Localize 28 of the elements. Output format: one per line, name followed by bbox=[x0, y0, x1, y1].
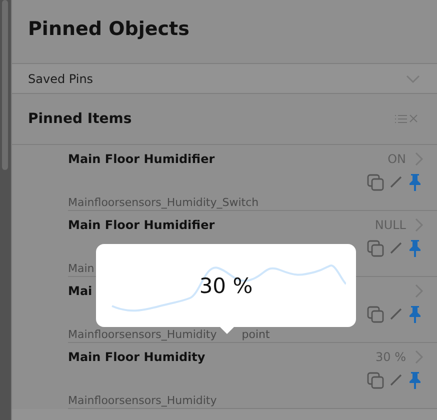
item-id: Mainfloorsensors_Humidity_Switch bbox=[68, 196, 259, 209]
item-id: Mainfloorsensors_Humidity bbox=[68, 328, 217, 341]
item-name: Mai bbox=[68, 284, 92, 298]
copy-icon[interactable] bbox=[367, 306, 384, 322]
saved-pins-label: Saved Pins bbox=[28, 72, 94, 86]
saved-pins-row[interactable]: Saved Pins bbox=[12, 63, 437, 94]
item-name: Main Floor Humidifier bbox=[68, 152, 215, 166]
copy-icon[interactable] bbox=[367, 240, 384, 256]
item-id: Main bbox=[68, 262, 94, 275]
item-name: Main Floor Humidifier bbox=[68, 218, 215, 232]
pin-icon[interactable] bbox=[408, 239, 422, 257]
section-title: Pinned Items bbox=[28, 111, 132, 127]
item-name: Main Floor Humidity bbox=[68, 350, 206, 364]
pin-icon[interactable] bbox=[408, 305, 422, 323]
item-id: point bbox=[242, 328, 270, 341]
scrollbar-thumb[interactable] bbox=[2, 0, 8, 170]
item-id: Mainfloorsensors_Humidity bbox=[68, 394, 217, 407]
edit-icon[interactable] bbox=[389, 373, 403, 387]
copy-icon[interactable] bbox=[367, 174, 384, 190]
chevron-icon[interactable] bbox=[405, 72, 421, 84]
pin-icon[interactable] bbox=[408, 173, 422, 191]
pin-icon[interactable] bbox=[408, 371, 422, 389]
panel-title: Pinned Objects bbox=[27, 17, 190, 42]
edit-icon[interactable] bbox=[389, 241, 403, 255]
copy-icon[interactable] bbox=[367, 372, 384, 388]
edit-icon[interactable] bbox=[389, 175, 403, 189]
popup-value: 30 % bbox=[198, 274, 254, 298]
edit-icon[interactable] bbox=[389, 307, 403, 321]
